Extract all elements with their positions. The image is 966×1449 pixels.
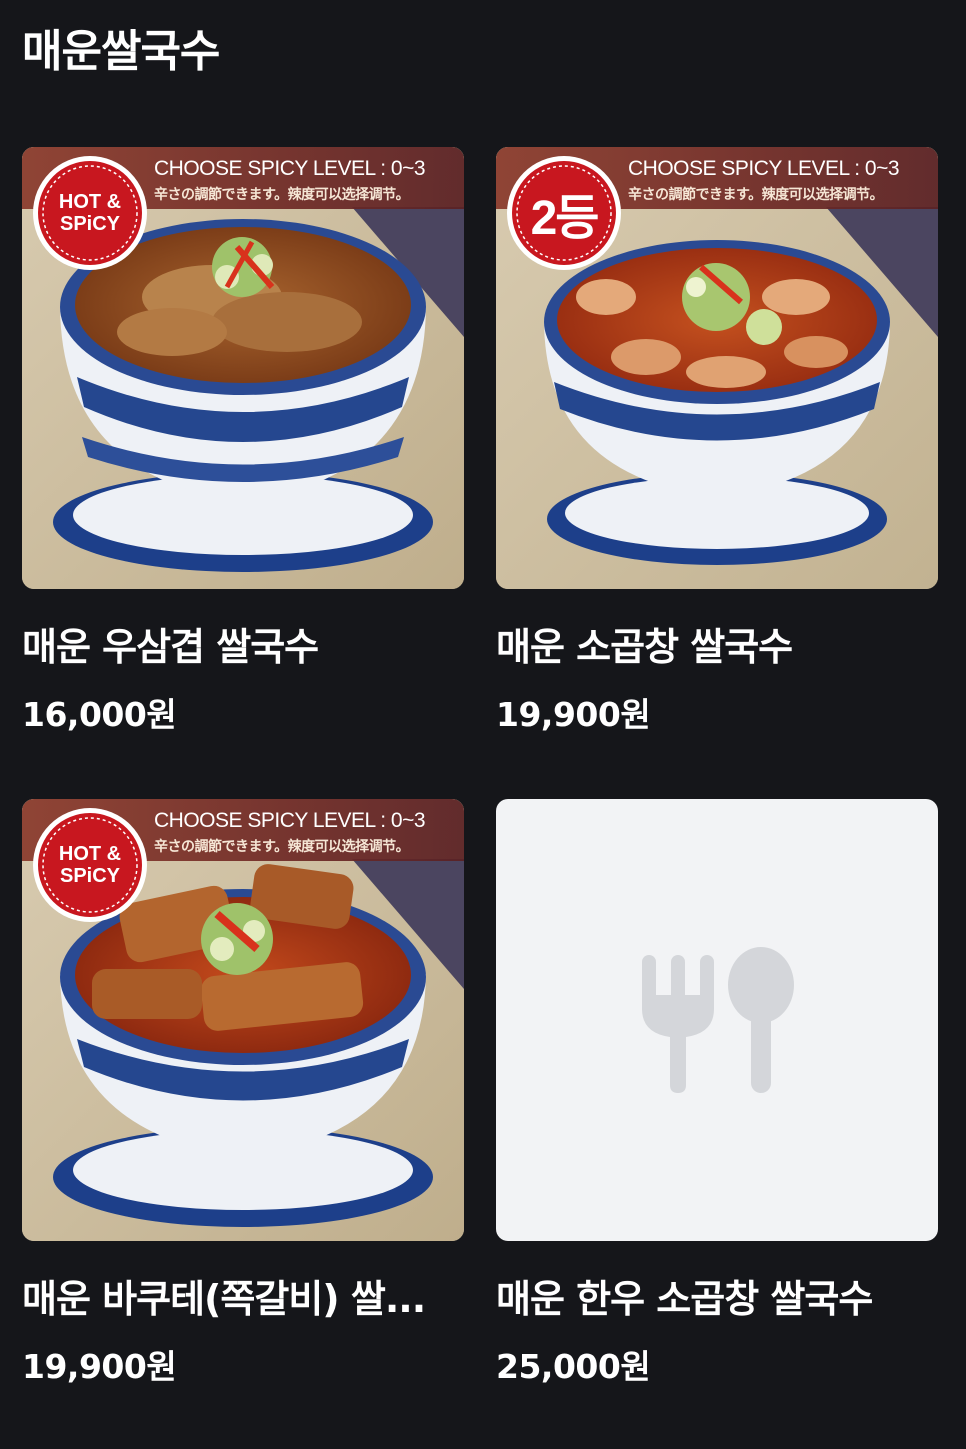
menu-item-card[interactable]: CHOOSE SPICY LEVEL : 0~3 辛さの調節できます。辣度可以选… [496, 147, 938, 734]
menu-item-photo: CHOOSE SPICY LEVEL : 0~3 辛さの調節できます。辣度可以选… [22, 799, 464, 1241]
menu-item-price: 19,900원 [496, 695, 651, 734]
badge-label: HOT & SPiCY [58, 843, 122, 887]
menu-item-photo-placeholder [496, 799, 938, 1241]
menu-item-name: 매운 한우 소곱창 쌀국수 [496, 1277, 873, 1321]
menu-item-photo: CHOOSE SPICY LEVEL : 0~3 辛さの調節できます。辣度可以选… [22, 147, 464, 589]
spicy-level-text: CHOOSE SPICY LEVEL : 0~3 [628, 157, 900, 180]
menu-item-card[interactable]: 매운 한우 소곱창 쌀국수 25,000원 [496, 799, 938, 1386]
badge-label: 2등 [530, 192, 600, 245]
badge-label: HOT & SPiCY [58, 191, 122, 235]
spicy-level-subtext: 辛さの調節できます。辣度可以选择调节。 [154, 839, 410, 855]
spicy-level-text: CHOOSE SPICY LEVEL : 0~3 [154, 809, 426, 832]
menu-grid: CHOOSE SPICY LEVEL : 0~3 辛さの調節できます。辣度可以选… [22, 147, 938, 1386]
menu-item-name: 매운 우삼겹 쌀국수 [22, 625, 319, 669]
menu-item-card[interactable]: CHOOSE SPICY LEVEL : 0~3 辛さの調節できます。辣度可以选… [22, 799, 464, 1386]
menu-item-price: 25,000원 [496, 1347, 651, 1386]
menu-item-price: 16,000원 [22, 695, 177, 734]
menu-item-card[interactable]: CHOOSE SPICY LEVEL : 0~3 辛さの調節できます。辣度可以选… [22, 147, 464, 734]
spicy-level-text: CHOOSE SPICY LEVEL : 0~3 [154, 157, 426, 180]
section-title: 매운쌀국수 [22, 26, 220, 77]
menu-item-name: 매운 바쿠테(쪽갈비) 쌀... [22, 1277, 426, 1321]
spicy-level-subtext: 辛さの調節できます。辣度可以选择调节。 [628, 187, 884, 203]
fork-spoon-icon [642, 947, 794, 1093]
spicy-level-subtext: 辛さの調節できます。辣度可以选择调节。 [154, 187, 410, 203]
menu-item-photo: CHOOSE SPICY LEVEL : 0~3 辛さの調節できます。辣度可以选… [496, 147, 938, 589]
menu-item-name: 매운 소곱창 쌀국수 [496, 625, 793, 669]
menu-item-price: 19,900원 [22, 1347, 177, 1386]
